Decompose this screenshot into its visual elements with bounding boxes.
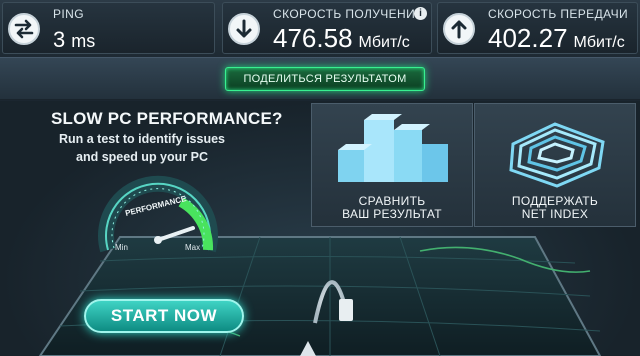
net-index-icon xyxy=(509,122,605,188)
lower-area: SLOW PC PERFORMANCE? Run a test to ident… xyxy=(0,101,640,356)
start-now-button[interactable]: START NOW xyxy=(84,299,244,333)
upload-stat: СКОРОСТЬ ПЕРЕДАЧИ 402.27 Мбит/с xyxy=(437,2,638,54)
compare-line-2: ВАШ РЕЗУЛЬТАТ xyxy=(342,207,442,221)
download-stat: СКОРОСТЬ ПОЛУЧЕНИЯ i 476.58 Мбит/с xyxy=(222,2,432,54)
pc-performance-ad: SLOW PC PERFORMANCE? Run a test to ident… xyxy=(8,103,300,356)
share-results-button[interactable]: ПОДЕЛИТЬСЯ РЕЗУЛЬТАТОМ xyxy=(225,67,425,91)
gauge-max: Max xyxy=(185,243,200,252)
arrow-up-icon xyxy=(443,13,475,45)
download-value-row: 476.58 Мбит/с xyxy=(273,23,410,54)
ad-title: SLOW PC PERFORMANCE? xyxy=(51,109,283,128)
gauge-min: Min xyxy=(115,243,128,252)
results-header: PING 3 ms СКОРОСТЬ ПОЛУЧЕНИЯ i 476.58 Мбит… xyxy=(0,0,640,57)
download-unit: Мбит/с xyxy=(358,34,410,51)
upload-label: СКОРОСТЬ ПЕРЕДАЧИ xyxy=(488,7,628,21)
ad-line-2: and speed up your PC xyxy=(76,150,208,164)
ping-value: 3 xyxy=(53,27,66,52)
bar-chart-icon xyxy=(338,114,448,182)
swap-arrows-icon xyxy=(8,13,40,45)
compare-results-panel[interactable]: СРАВНИТЬ ВАШ РЕЗУЛЬТАТ xyxy=(311,103,473,227)
upload-unit: Мбит/с xyxy=(573,34,625,51)
performance-gauge: Min Max PERFORMANCE xyxy=(98,175,218,253)
ad-line-1: Run a test to identify issues xyxy=(58,132,225,146)
ping-unit: ms xyxy=(71,31,96,51)
download-label: СКОРОСТЬ ПОЛУЧЕНИЯ xyxy=(273,7,425,21)
support-line-1: ПОДДЕРЖАТЬ xyxy=(511,194,599,208)
upload-value: 402.27 xyxy=(488,23,568,53)
support-net-index-panel[interactable]: ПОДДЕРЖАТЬ NET INDEX xyxy=(474,103,636,227)
upload-value-row: 402.27 Мбит/с xyxy=(488,23,625,54)
arrow-down-icon xyxy=(228,13,260,45)
support-line-2: NET INDEX xyxy=(521,207,589,221)
compare-line-1: СРАВНИТЬ xyxy=(358,194,426,208)
share-strip: ПОДЕЛИТЬСЯ РЕЗУЛЬТАТОМ xyxy=(0,57,640,100)
ping-value-row: 3 ms xyxy=(53,27,95,53)
ping-label: PING xyxy=(53,7,84,21)
ping-stat: PING 3 ms xyxy=(2,2,215,54)
info-icon[interactable]: i xyxy=(414,7,427,20)
download-value: 476.58 xyxy=(273,23,353,53)
